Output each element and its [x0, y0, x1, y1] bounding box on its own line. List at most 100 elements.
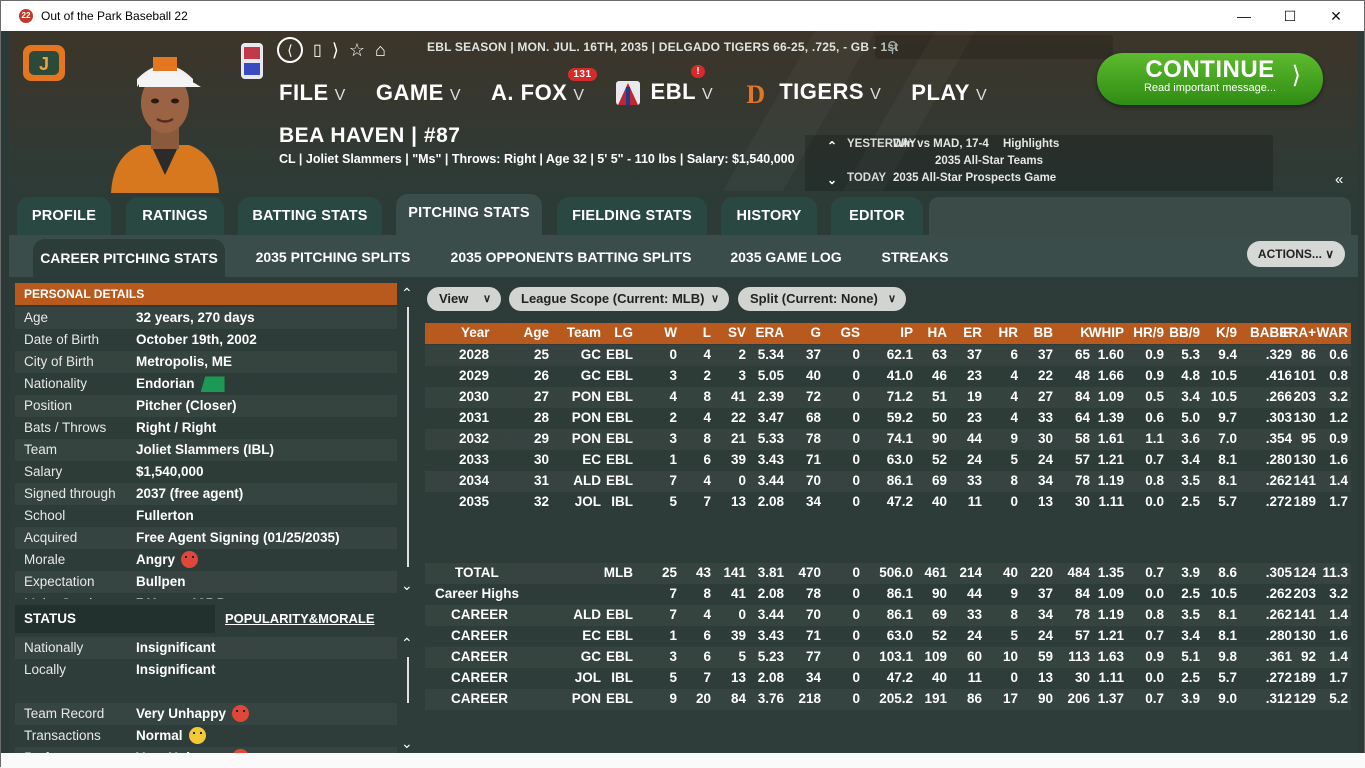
tab-ratings[interactable]: RATINGS [126, 197, 224, 235]
column-header[interactable]: Team [567, 325, 601, 340]
column-header[interactable]: Age [523, 325, 549, 340]
news-item[interactable]: 2035 All-Star Teams [935, 155, 1043, 167]
column-header[interactable]: LG [614, 325, 633, 340]
menu-manager[interactable]: A. FOX V 131 [491, 68, 597, 106]
table-row[interactable]: CAREER PON EBL 9 20 84 3.76 218 0 205.2 191 86 17 90 2… [425, 689, 1351, 710]
scroll-down-icon[interactable]: ⌄ [401, 735, 413, 752]
table-cell: 113 [1068, 649, 1090, 664]
detail-value-text: $1,540,000 [136, 464, 204, 479]
table-row[interactable]: 2030 27 PON EBL 4 8 41 2.39 72 0 71.2 51 19 4 27 84 1.09… [425, 387, 1351, 408]
tab-pitching-stats[interactable]: PITCHING STATS [396, 194, 542, 235]
subtab-opponents-splits[interactable]: 2035 OPPONENTS BATTING SPLITS [441, 241, 701, 273]
news-game-result[interactable]: Win vs MAD, 17-4 [893, 138, 1003, 150]
table-row[interactable]: CAREER JOL IBL 5 7 13 2.08 34 0 47.2 40 11 0 13 30 1.11… [425, 668, 1351, 689]
table-row[interactable]: 2032 29 PON EBL 3 8 21 5.33 78 0 74.1 90 44 9 30 58 1.61… [425, 429, 1351, 450]
view-dropdown[interactable]: View ∨ [427, 287, 501, 311]
table-cell: 37 [1037, 586, 1053, 601]
table-row[interactable]: TOTAL MLB 25 43 141 3.81 470 0 506.0 461 214 40 220 4… [425, 563, 1351, 584]
collapse-icon[interactable]: « [1335, 171, 1343, 188]
search-input[interactable]: ⚲ [875, 35, 1113, 59]
table-cell: EBL [606, 452, 633, 467]
status-value-text: Insignificant [136, 662, 216, 677]
page-icon[interactable]: ▯ [313, 40, 322, 60]
column-header[interactable]: WHIP [1089, 325, 1124, 340]
scroll-up-icon[interactable]: ⌃ [401, 285, 413, 302]
column-header[interactable]: HA [928, 325, 948, 340]
column-header[interactable]: ERA+ [1280, 325, 1316, 340]
maximize-button[interactable]: ☐ [1267, 1, 1313, 31]
news-highlights-link[interactable]: Highlights [1003, 138, 1059, 150]
table-row[interactable]: 2031 28 PON EBL 2 4 22 3.47 68 0 59.2 50 23 4 33 64 1.39… [425, 408, 1351, 429]
table-row[interactable]: Career Highs 7 8 41 2.08 78 0 86.1 90 44 9 37 84 1.09… [425, 584, 1351, 605]
table-cell: 4 [669, 389, 677, 404]
column-header[interactable]: ERA [755, 325, 784, 340]
column-header[interactable]: WAR [1317, 325, 1349, 340]
table-row[interactable]: 2028 25 GC EBL 0 4 2 5.34 37 0 62.1 63 37 6 37 65 1.60 0.… [425, 345, 1351, 366]
table-row[interactable]: CAREER GC EBL 3 6 5 5.23 77 0 103.1 109 60 10 59 113 1.… [425, 647, 1351, 668]
subtab-pitching-splits[interactable]: 2035 PITCHING SPLITS [245, 241, 421, 273]
column-header[interactable]: ER [963, 325, 982, 340]
table-cell: 4 [1010, 368, 1018, 383]
table-cell: 37 [966, 347, 982, 362]
table-cell: 39 [730, 628, 746, 643]
minimize-button[interactable]: — [1221, 1, 1267, 31]
scroll-track[interactable] [407, 307, 409, 567]
tab-editor[interactable]: EDITOR [831, 197, 923, 235]
table-row[interactable]: CAREER EC EBL 1 6 39 3.43 71 0 63.0 52 24 5 24 57 1.21 0… [425, 626, 1351, 647]
menu-league[interactable]: EBL V! [615, 65, 714, 107]
tab-profile[interactable]: PROFILE [17, 197, 111, 235]
star-icon[interactable]: ☆ [349, 40, 365, 61]
table-cell: 63.0 [886, 628, 913, 643]
column-header[interactable]: BB [1034, 325, 1054, 340]
column-header[interactable]: K/9 [1216, 325, 1237, 340]
subtab-game-log[interactable]: 2035 GAME LOG [721, 241, 851, 273]
scroll-down-icon[interactable]: ⌄ [401, 577, 413, 594]
continue-button[interactable]: CONTINUE Read important message... ⟩ [1097, 53, 1323, 105]
subtab-career-pitching[interactable]: CAREER PITCHING STATS [33, 239, 225, 277]
split-dropdown[interactable]: Split (Current: None) ∨ [738, 287, 906, 311]
table-cell: 5 [669, 670, 677, 685]
column-header[interactable]: BB/9 [1169, 325, 1200, 340]
column-header[interactable]: W [664, 325, 677, 340]
column-header[interactable]: G [810, 325, 821, 340]
actions-button[interactable]: ACTIONS... ∨ [1247, 241, 1345, 267]
subtab-streaks[interactable]: STREAKS [871, 241, 959, 273]
scroll-up-icon[interactable]: ⌃ [401, 635, 413, 652]
column-header[interactable]: HR [999, 325, 1019, 340]
column-header[interactable]: GS [840, 325, 860, 340]
popularity-morale-link[interactable]: POPULARITY&MORALE [225, 611, 375, 626]
column-header[interactable]: IP [900, 325, 913, 340]
menu-file[interactable]: FILE V [279, 80, 346, 106]
table-cell: 33 [966, 607, 982, 622]
table-row[interactable]: 2033 30 EC EBL 1 6 39 3.43 71 0 63.0 52 24 5 24 57 1.21 0… [425, 450, 1351, 471]
close-button[interactable]: ✕ [1313, 1, 1359, 31]
table-row[interactable]: CAREER ALD EBL 7 4 0 3.44 70 0 86.1 69 33 8 34 78 1.19 0… [425, 605, 1351, 626]
home-icon[interactable]: ⌂ [375, 40, 386, 61]
table-row[interactable]: 2029 26 GC EBL 3 2 3 5.05 40 0 41.0 46 23 4 22 48 1.66 0.… [425, 366, 1351, 387]
menu-game[interactable]: GAME V [376, 80, 461, 106]
column-header[interactable]: HR/9 [1133, 325, 1164, 340]
league-scope-dropdown[interactable]: League Scope (Current: MLB) ∨ [509, 287, 729, 311]
status-scrollbar[interactable]: ⌃ ⌄ [401, 635, 415, 753]
table-row[interactable]: 2035 32 JOL IBL 5 7 13 2.08 34 0 47.2 40 11 0 13 30 1.11… [425, 492, 1351, 513]
back-icon[interactable]: ⟨ [277, 37, 303, 63]
menu-play[interactable]: PLAY V [911, 80, 987, 106]
tab-batting-stats[interactable]: BATTING STATS [238, 197, 382, 235]
forward-icon[interactable]: ⟩ [332, 40, 339, 61]
table-cell: 3.43 [757, 628, 784, 643]
tab-history[interactable]: HISTORY [721, 197, 817, 235]
scroll-track[interactable] [407, 657, 409, 703]
column-header[interactable]: SV [728, 325, 746, 340]
tab-fielding-stats[interactable]: FIELDING STATS [557, 197, 707, 235]
table-cell: 9.8 [1218, 649, 1237, 664]
notification-badge: 131 [568, 68, 597, 82]
menu-team[interactable]: D TIGERS V [743, 79, 881, 107]
table-row[interactable]: 2034 31 ALD EBL 7 4 0 3.44 70 0 86.1 69 33 8 34 78 1.19 0… [425, 471, 1351, 492]
table-cell: 103.1 [879, 649, 913, 664]
personal-scrollbar[interactable]: ⌃ ⌄ [401, 285, 415, 601]
table-cell: 8 [1010, 607, 1018, 622]
news-item[interactable]: 2035 All-Star Prospects Game [893, 172, 1056, 184]
column-header[interactable]: L [703, 325, 711, 340]
table-cell: .262 [1265, 586, 1292, 601]
column-header[interactable]: Year [461, 325, 490, 340]
